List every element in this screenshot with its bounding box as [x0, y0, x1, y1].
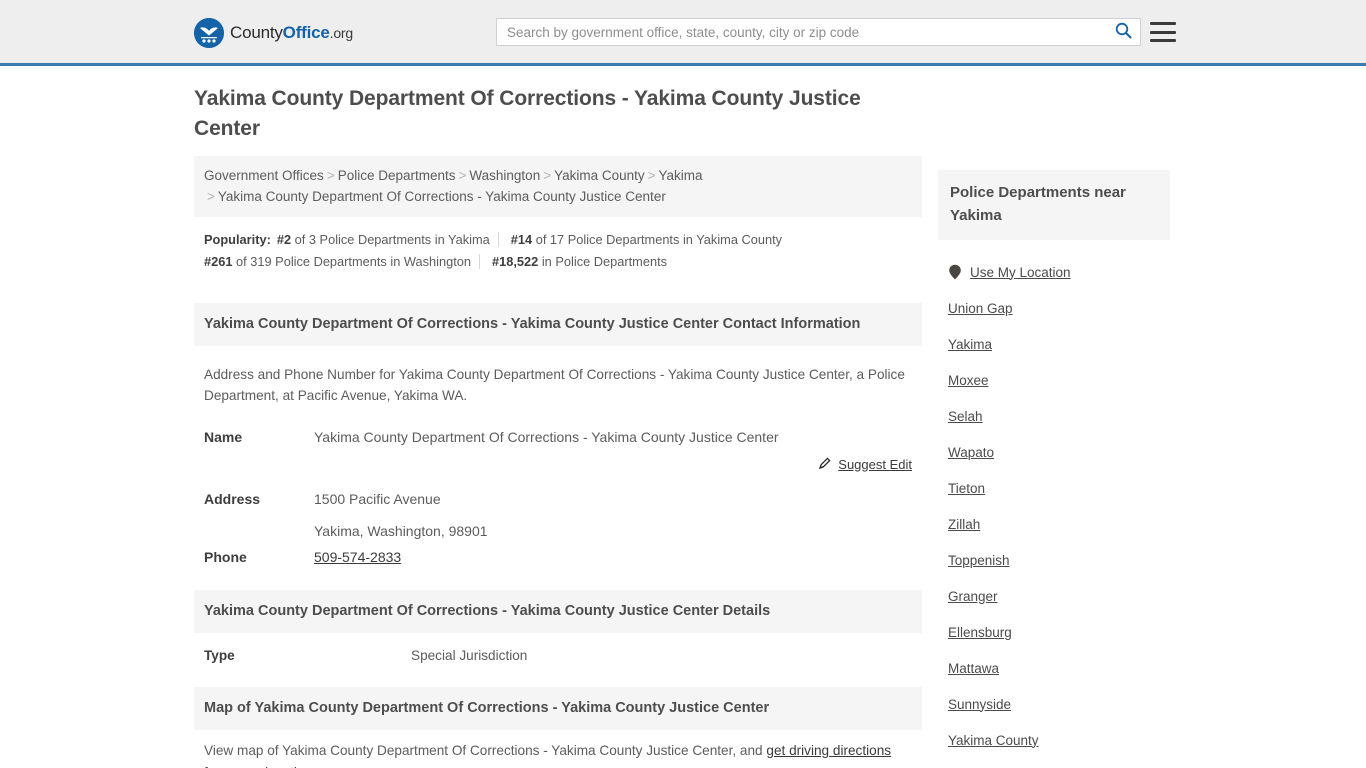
popularity-item-state: #261 of 319 Police Departments in Washin…	[204, 254, 471, 269]
sidebar-link-label[interactable]: Moxee	[948, 373, 989, 388]
breadcrumb-current: Yakima County Department Of Corrections …	[217, 189, 666, 204]
site-logo[interactable]: CountyOffice.org	[194, 18, 353, 48]
sidebar-link-label[interactable]: Yakima	[948, 337, 992, 352]
contact-section-body: Address and Phone Number for Yakima Coun…	[194, 346, 922, 570]
breadcrumb-separator: >	[647, 168, 656, 183]
search-button[interactable]	[1106, 19, 1140, 45]
popularity-rank: #18,522	[492, 254, 539, 269]
address-line-1: 1500 Pacific Avenue	[314, 491, 441, 507]
sidebar-item-yakima[interactable]: Yakima	[948, 326, 1158, 362]
sidebar-link-label[interactable]: Sunnyside	[948, 697, 1011, 712]
breadcrumb: Government Offices > Police Departments > Wa…	[194, 156, 922, 217]
suggest-edit-row: Suggest Edit	[204, 456, 912, 472]
popularity-text: of 319 Police Departments in Washington	[236, 254, 472, 269]
breadcrumb-item-yakima-county[interactable]: Yakima County	[554, 168, 645, 183]
sidebar-item-ellensburg[interactable]: Ellensburg	[948, 614, 1158, 650]
contact-intro-text: Address and Phone Number for Yakima Coun…	[204, 367, 905, 403]
map-text-before: View map of Yakima County Department Of …	[204, 743, 767, 758]
name-label: Name	[204, 429, 243, 445]
sidebar-item-wapato[interactable]: Wapato	[948, 434, 1158, 470]
sidebar-item-toppenish[interactable]: Toppenish	[948, 542, 1158, 578]
map-description: View map of Yakima County Department Of …	[194, 730, 922, 768]
breadcrumb-item-washington[interactable]: Washington	[469, 168, 540, 183]
use-my-location-label[interactable]: Use My Location	[970, 265, 1071, 280]
logo-text-county: County	[230, 23, 283, 42]
popularity-item-county: #14 of 17 Police Departments in Yakima C…	[497, 232, 783, 247]
sidebar-item-sunnyside[interactable]: Sunnyside	[948, 686, 1158, 722]
sidebar-heading: Police Departments near Yakima	[938, 170, 1170, 240]
sidebar: Police Departments near Yakima Use My Lo…	[938, 170, 1170, 768]
page-title: Yakima County Department Of Corrections …	[194, 87, 861, 140]
search-bar[interactable]	[496, 18, 1141, 46]
sidebar-item-kittitas-county[interactable]: Kittitas County	[948, 758, 1158, 768]
site-logo-text: CountyOffice.org	[230, 18, 353, 48]
sidebar-link-label[interactable]: Mattawa	[948, 661, 999, 676]
breadcrumb-separator: >	[543, 168, 552, 183]
contact-row-phone: Phone 509-574-2833	[204, 544, 912, 570]
sidebar-link-label[interactable]: Wapato	[948, 445, 994, 460]
popularity-rank: #261	[204, 254, 233, 269]
contact-row-address: Address 1500 Pacific Avenue	[204, 486, 912, 512]
logo-text-org: .org	[329, 25, 354, 41]
name-value: Yakima County Department Of Corrections …	[314, 429, 779, 445]
type-label: Type	[204, 648, 235, 663]
contact-row-name: Name Yakima County Department Of Correct…	[204, 424, 912, 450]
popularity-item-national: #18,522 in Police Departments	[479, 254, 668, 269]
breadcrumb-item-police-departments[interactable]: Police Departments	[338, 168, 456, 183]
map-section-heading: Map of Yakima County Department Of Corre…	[194, 687, 922, 730]
address-label: Address	[204, 491, 261, 507]
logo-text-office: Office	[282, 23, 330, 42]
popularity-rank: #14	[510, 232, 533, 247]
suggest-edit-link[interactable]: Suggest Edit	[838, 457, 912, 472]
sidebar-link-label[interactable]: Granger	[948, 589, 998, 604]
site-header: CountyOffice.org	[0, 0, 1366, 66]
sidebar-item-mattawa[interactable]: Mattawa	[948, 650, 1158, 686]
sidebar-link-label[interactable]: Toppenish	[948, 553, 1010, 568]
sidebar-link-label[interactable]: Zillah	[948, 517, 980, 532]
sidebar-link-label[interactable]: Selah	[948, 409, 983, 424]
popularity-text: in Police Departments	[541, 254, 668, 269]
hamburger-menu-icon[interactable]	[1150, 20, 1176, 44]
page-body: Yakima County Department Of Corrections …	[0, 66, 1366, 768]
main-content: Yakima County Department Of Corrections …	[194, 84, 922, 768]
map-pin-icon	[948, 264, 962, 280]
sidebar-item-granger[interactable]: Granger	[948, 578, 1158, 614]
sidebar-item-tieton[interactable]: Tieton	[948, 470, 1158, 506]
sidebar-link-label[interactable]: Ellensburg	[948, 625, 1012, 640]
eagle-seal-icon	[194, 18, 224, 48]
sidebar-links: Use My Location Union Gap Yakima Moxee S…	[938, 240, 1170, 768]
details-row-type: Type Special Jurisdiction	[194, 633, 922, 681]
popularity-label: Popularity:	[204, 232, 271, 247]
breadcrumb-separator: >	[326, 168, 335, 183]
address-line-2: Yakima, Washington, 98901	[314, 523, 488, 539]
sidebar-link-label[interactable]: Union Gap	[948, 301, 1013, 316]
phone-link[interactable]: 509-574-2833	[314, 549, 401, 565]
sidebar-item-yakima-county[interactable]: Yakima County	[948, 722, 1158, 758]
sidebar-item-selah[interactable]: Selah	[948, 398, 1158, 434]
sidebar-link-label[interactable]: Tieton	[948, 481, 985, 496]
popularity-text: of 17 Police Departments in Yakima Count…	[535, 232, 783, 247]
breadcrumb-separator: >	[207, 189, 215, 204]
sidebar-item-zillah[interactable]: Zillah	[948, 506, 1158, 542]
popularity-text: of 3 Police Departments in Yakima	[294, 232, 490, 247]
sidebar-item-moxee[interactable]: Moxee	[948, 362, 1158, 398]
breadcrumb-separator: >	[458, 168, 467, 183]
type-value: Special Jurisdiction	[411, 648, 528, 663]
edit-pencil-icon	[818, 456, 832, 472]
details-section-heading: Yakima County Department Of Corrections …	[194, 590, 922, 633]
search-icon	[1115, 22, 1132, 42]
sidebar-link-label[interactable]: Yakima County	[948, 733, 1039, 748]
breadcrumb-item-yakima[interactable]: Yakima	[659, 168, 703, 183]
sidebar-item-use-my-location[interactable]: Use My Location	[948, 254, 1158, 290]
search-input[interactable]	[497, 19, 1106, 45]
sidebar-item-union-gap[interactable]: Union Gap	[948, 290, 1158, 326]
popularity-item-city: #2 of 3 Police Departments in Yakima	[277, 232, 490, 247]
popularity-rank: #2	[276, 232, 292, 247]
contact-section-heading: Yakima County Department Of Corrections …	[194, 303, 922, 346]
phone-label: Phone	[204, 549, 247, 565]
breadcrumb-item-government-offices[interactable]: Government Offices	[204, 168, 324, 183]
popularity-stats: Popularity: #2 of 3 Police Departments in…	[194, 217, 922, 283]
